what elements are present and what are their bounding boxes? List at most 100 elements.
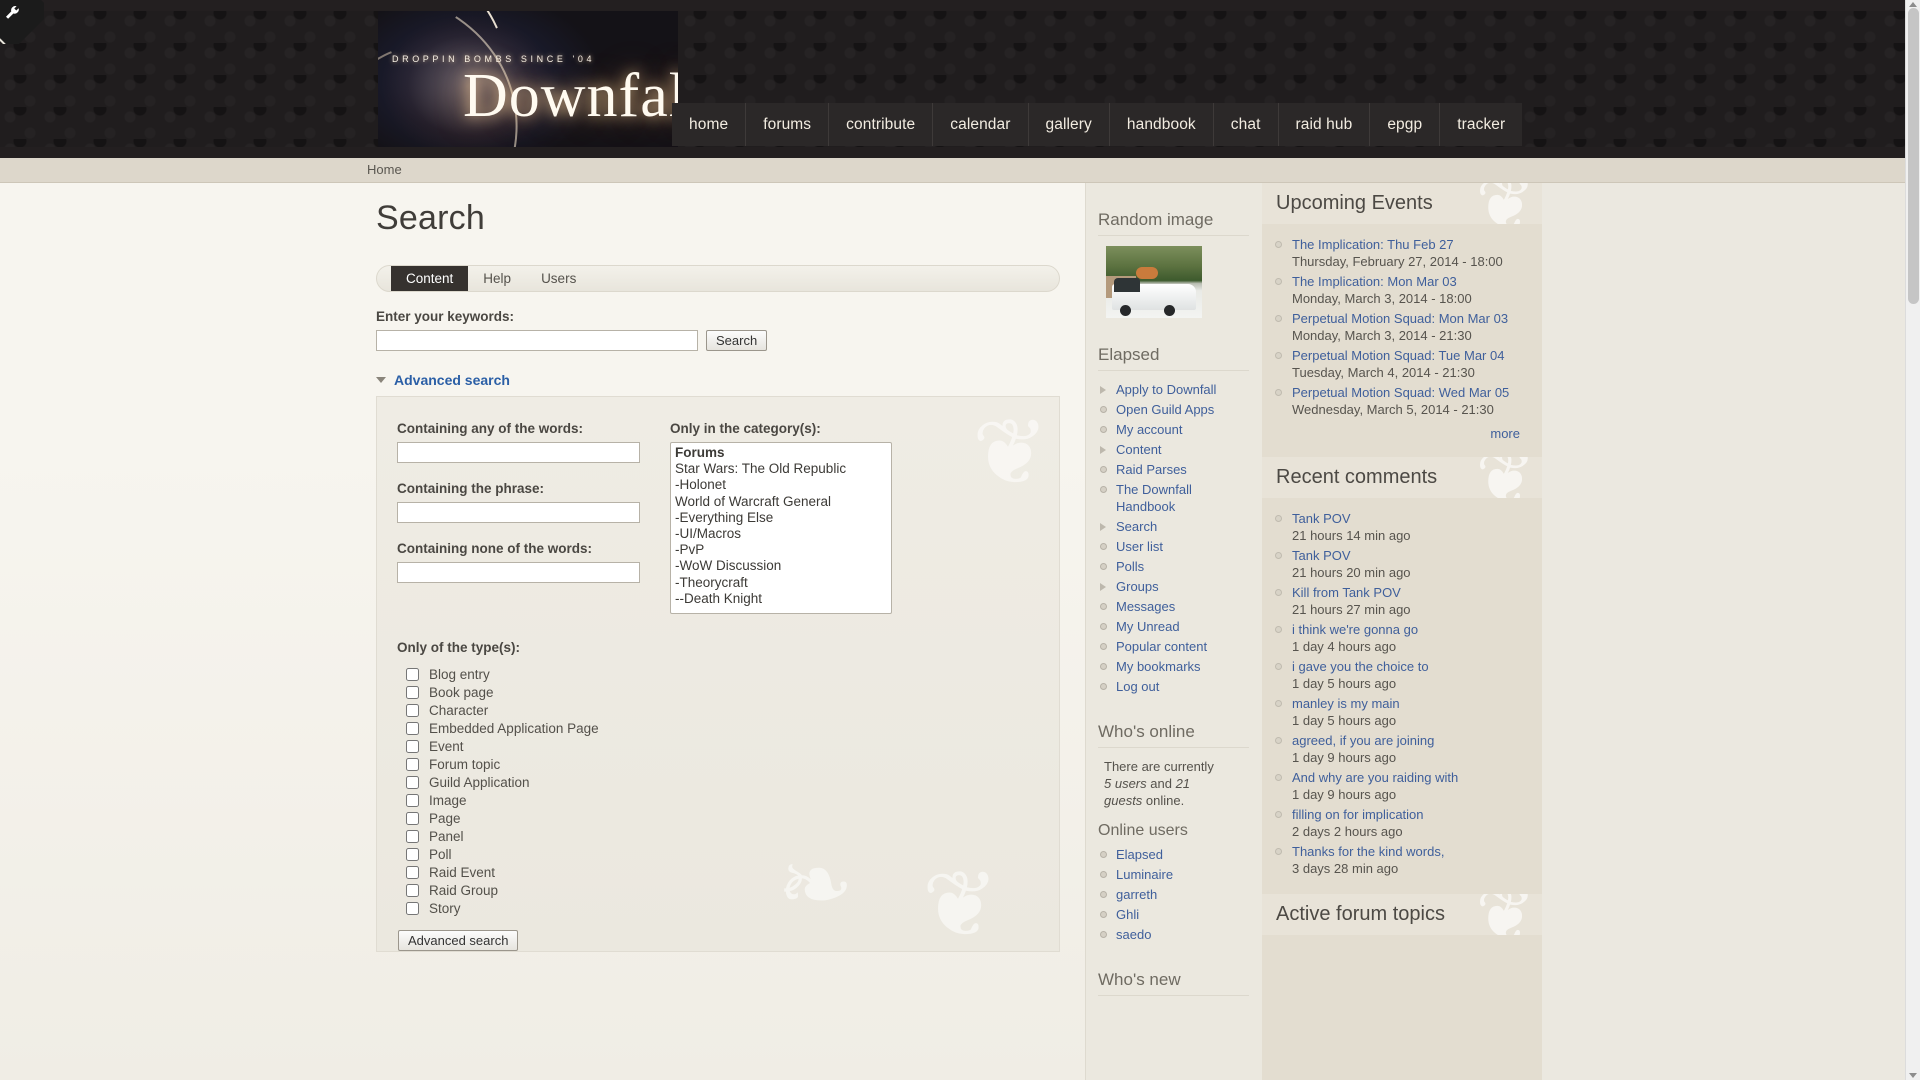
contextual-links-corner[interactable] <box>0 0 44 44</box>
primary-navigation[interactable]: home forums contribute calendar gallery … <box>672 103 1523 146</box>
content-type-checkbox[interactable] <box>406 793 419 807</box>
content-type-checkbox[interactable] <box>406 721 419 735</box>
nav-item-raid-hub[interactable]: raid hub <box>1277 103 1370 146</box>
content-type-checkbox[interactable] <box>406 829 419 843</box>
content-type-label[interactable]: Story <box>429 901 461 916</box>
sidebar-link[interactable]: My account <box>1116 422 1182 437</box>
content-type-checkbox[interactable] <box>406 901 419 915</box>
nav-item-calendar[interactable]: calendar <box>932 103 1027 146</box>
sidebar-link[interactable]: Raid Parses <box>1116 462 1187 477</box>
content-type-row[interactable]: Event <box>397 737 1059 755</box>
content-type-label[interactable]: Book page <box>429 685 494 700</box>
content-type-label[interactable]: Raid Event <box>429 865 495 880</box>
content-type-label[interactable]: Page <box>429 811 461 826</box>
sidebar-link[interactable]: The Downfall Handbook <box>1116 482 1192 514</box>
content-type-checkbox[interactable] <box>406 811 419 825</box>
item-link[interactable]: filling on for implication <box>1292 807 1424 822</box>
tab-help[interactable]: Help <box>468 266 526 291</box>
content-type-label[interactable]: Event <box>429 739 464 754</box>
item-link[interactable]: manley is my main <box>1292 696 1400 711</box>
category-option[interactable]: -UI/Macros <box>673 526 891 542</box>
item-link[interactable]: Perpetual Motion Squad: Mon Mar 03 <box>1292 311 1508 326</box>
content-type-row[interactable]: Blog entry <box>397 665 1059 683</box>
sidebar-link[interactable]: garreth <box>1116 887 1157 902</box>
nav-item-forums[interactable]: forums <box>745 103 828 146</box>
content-type-checkbox[interactable] <box>406 739 419 753</box>
category-option[interactable]: -Theorycraft <box>673 575 891 591</box>
content-type-checkbox[interactable] <box>406 775 419 789</box>
nav-item-tracker[interactable]: tracker <box>1439 103 1522 146</box>
sidebar-link[interactable]: My bookmarks <box>1116 659 1201 674</box>
sidebar-link[interactable]: Luminaire <box>1116 867 1173 882</box>
sidebar-link[interactable]: Elapsed <box>1116 847 1163 862</box>
nav-item-home[interactable]: home <box>672 103 745 146</box>
item-link[interactable]: i think we're gonna go <box>1292 622 1418 637</box>
scrollbar-thumb[interactable] <box>1908 8 1919 304</box>
search-button[interactable]: Search <box>706 330 768 351</box>
item-link[interactable]: Thanks for the kind words, <box>1292 844 1444 859</box>
content-type-row[interactable]: Book page <box>397 683 1059 701</box>
category-option[interactable]: -PvP <box>673 542 891 558</box>
content-type-checkbox[interactable] <box>406 685 419 699</box>
item-link[interactable]: Perpetual Motion Squad: Tue Mar 04 <box>1292 348 1504 363</box>
advanced-search-toggle-label[interactable]: Advanced search <box>394 372 510 388</box>
none-words-input[interactable] <box>397 562 640 583</box>
more-link[interactable]: more <box>1490 426 1520 441</box>
sidebar-link[interactable]: Search <box>1116 519 1157 534</box>
item-link[interactable]: Tank POV <box>1292 511 1351 526</box>
search-tabs[interactable]: Content Help Users <box>376 265 1060 292</box>
content-type-label[interactable]: Blog entry <box>429 667 490 682</box>
nav-item-contribute[interactable]: contribute <box>828 103 932 146</box>
sidebar-link[interactable]: User list <box>1116 539 1163 554</box>
item-link[interactable]: The Implication: Thu Feb 27 <box>1292 237 1454 252</box>
nav-item-epgp[interactable]: epgp <box>1369 103 1439 146</box>
content-type-label[interactable]: Image <box>429 793 467 808</box>
content-type-label[interactable]: Forum topic <box>429 757 500 772</box>
item-link[interactable]: agreed, if you are joining <box>1292 733 1434 748</box>
content-type-row[interactable]: Panel <box>397 827 1059 845</box>
advanced-search-toggle[interactable]: Advanced search <box>376 372 1060 388</box>
tab-users[interactable]: Users <box>526 266 591 291</box>
nav-item-chat[interactable]: chat <box>1212 103 1278 146</box>
scroll-down-arrow-icon[interactable] <box>1909 1073 1917 1078</box>
sidebar-link[interactable]: Open Guild Apps <box>1116 402 1214 417</box>
content-type-row[interactable]: Page <box>397 809 1059 827</box>
sidebar-link[interactable]: Content <box>1116 442 1162 457</box>
category-option[interactable]: World of Warcraft General <box>673 494 891 510</box>
sidebar-link[interactable]: Apply to Downfall <box>1116 382 1216 397</box>
content-type-label[interactable]: Character <box>429 703 488 718</box>
item-link[interactable]: And why are you raiding with <box>1292 770 1458 785</box>
content-type-label[interactable]: Panel <box>429 829 464 844</box>
content-type-row[interactable]: Poll <box>397 845 1059 863</box>
sidebar-link[interactable]: Ghli <box>1116 907 1139 922</box>
content-type-row[interactable]: Embedded Application Page <box>397 719 1059 737</box>
page-scrollbar[interactable] <box>1905 0 1920 1080</box>
content-type-row[interactable]: Guild Application <box>397 773 1059 791</box>
content-type-row[interactable]: Raid Event <box>397 863 1059 881</box>
content-type-row[interactable]: Story <box>397 899 1059 917</box>
sidebar-link[interactable]: Log out <box>1116 679 1159 694</box>
category-multiselect[interactable]: Forums Star Wars: The Old Republic -Holo… <box>670 442 892 614</box>
item-link[interactable]: Tank POV <box>1292 548 1351 563</box>
item-link[interactable]: Kill from Tank POV <box>1292 585 1401 600</box>
phrase-input[interactable] <box>397 502 640 523</box>
scroll-up-arrow-icon[interactable] <box>1909 2 1917 7</box>
random-image-thumbnail[interactable] <box>1106 246 1202 318</box>
content-type-label[interactable]: Embedded Application Page <box>429 721 599 736</box>
content-type-checkbox[interactable] <box>406 757 419 771</box>
nav-item-gallery[interactable]: gallery <box>1027 103 1109 146</box>
item-link[interactable]: Perpetual Motion Squad: Wed Mar 05 <box>1292 385 1509 400</box>
content-type-label[interactable]: Poll <box>429 847 452 862</box>
sidebar-link[interactable]: My Unread <box>1116 619 1180 634</box>
sidebar-link[interactable]: Polls <box>1116 559 1144 574</box>
sidebar-link[interactable]: saedo <box>1116 927 1151 942</box>
sidebar-link[interactable]: Groups <box>1116 579 1159 594</box>
search-keywords-input[interactable] <box>376 330 698 351</box>
category-option[interactable]: -Everything Else <box>673 510 891 526</box>
upcoming-events-more[interactable]: more <box>1274 421 1528 443</box>
category-option[interactable]: Forums <box>673 445 891 461</box>
any-words-input[interactable] <box>397 442 640 463</box>
content-type-checkbox[interactable] <box>406 847 419 861</box>
item-link[interactable]: i gave you the choice to <box>1292 659 1429 674</box>
advanced-search-submit-button[interactable]: Advanced search <box>398 930 519 951</box>
